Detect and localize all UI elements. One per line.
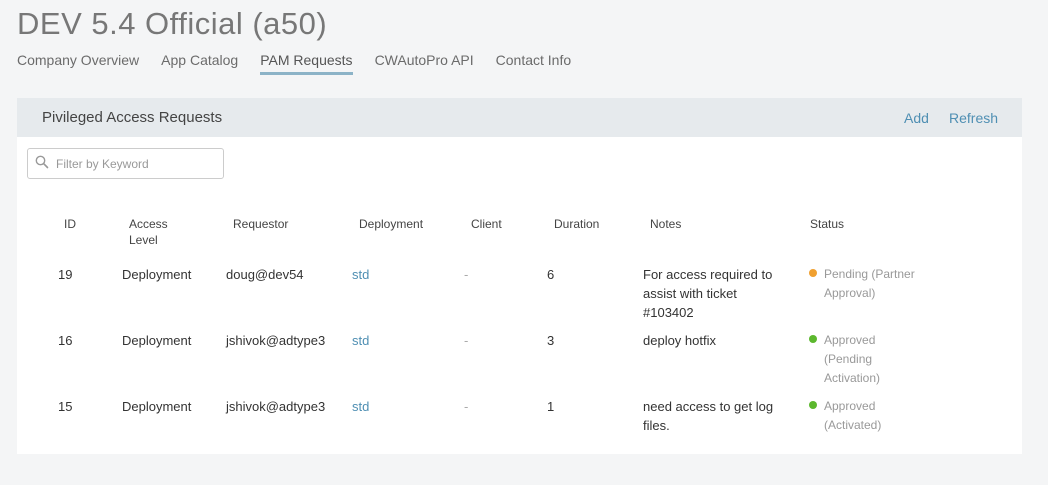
add-button[interactable]: Add [904,110,929,126]
status-approved-icon [809,335,817,343]
cell-id: 19 [58,267,73,282]
cell-notes: deploy hotfix [643,333,716,348]
status-badge: Approved (Activated) [824,399,882,432]
status-pending-icon [809,269,817,277]
column-header-client: Client [471,217,502,231]
tab-bar: Company Overview App Catalog PAM Request… [17,52,593,75]
cell-duration: 6 [547,267,555,282]
tab-app-catalog[interactable]: App Catalog [161,52,238,75]
deployment-link[interactable]: std [352,397,369,416]
search-icon [35,155,49,174]
column-header-duration: Duration [554,217,600,231]
cell-notes: need access to get log files. [643,399,774,433]
cell-access-level: Deployment [122,267,192,282]
column-header-deployment: Deployment [359,217,424,231]
column-header-requestor: Requestor [233,217,289,231]
search-input[interactable] [54,153,218,175]
cell-notes: For access required to assist with ticke… [643,267,773,320]
cell-access-level: Deployment [122,399,192,414]
status-badge: Approved (Pending Activation) [824,333,881,385]
search-box [27,148,224,179]
deployment-link[interactable]: std [352,265,369,284]
column-header-id: ID [64,217,76,231]
column-header-access-level: Access Level [129,217,168,247]
cell-requestor: doug@dev54 [226,267,304,282]
cell-id: 16 [58,333,73,348]
app-title: DEV 5.4 Official (a50) [17,6,328,41]
cell-duration: 1 [547,399,555,414]
status-approved-icon [809,401,817,409]
cell-requestor: jshivok@adtype3 [226,399,326,414]
cell-access-level: Deployment [122,333,192,348]
column-header-notes: Notes [650,217,682,231]
panel-title: Pivileged Access Requests [42,109,223,126]
refresh-button[interactable]: Refresh [949,110,998,126]
cell-id: 15 [58,399,73,414]
cell-client: - [464,399,469,414]
tab-pam-requests[interactable]: PAM Requests [260,52,353,75]
status-badge: Pending (Partner Approval) [824,267,915,300]
tab-company-overview[interactable]: Company Overview [17,52,139,75]
cell-requestor: jshivok@adtype3 [226,333,326,348]
cell-duration: 3 [547,333,555,348]
pam-requests-panel: Pivileged Access Requests Add Refresh ID… [17,98,1022,454]
tab-contact-info[interactable]: Contact Info [496,52,572,75]
deployment-link[interactable]: std [352,331,369,350]
panel-header: Pivileged Access Requests Add Refresh [17,98,1022,137]
column-header-status: Status [810,217,845,231]
tab-cwautopro-api[interactable]: CWAutoPro API [375,52,474,75]
cell-client: - [464,333,469,348]
cell-client: - [464,267,469,282]
